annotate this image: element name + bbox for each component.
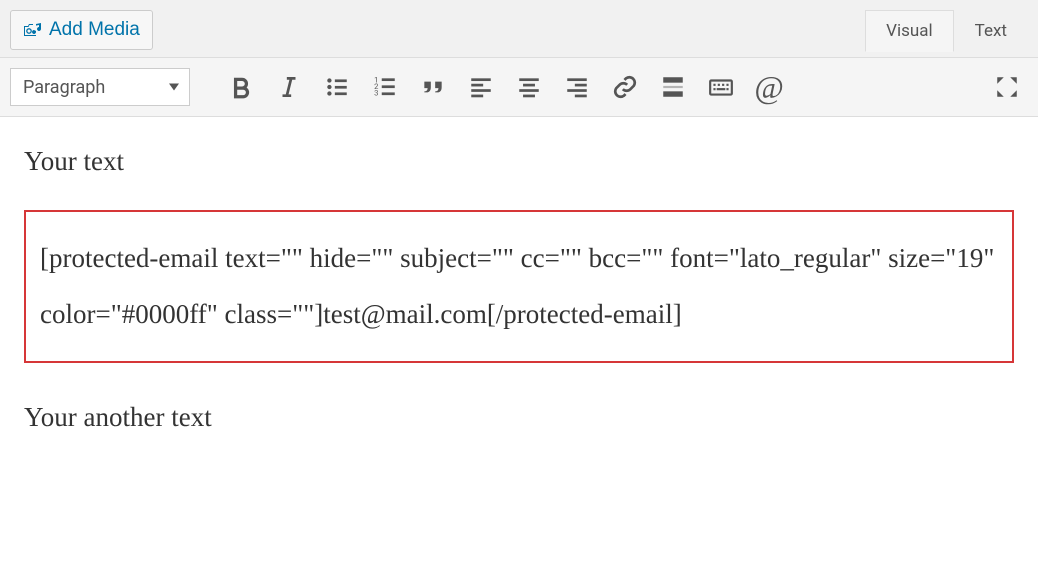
bold-button[interactable] (220, 68, 262, 106)
editor-tabs: Visual Text (865, 8, 1028, 51)
svg-text:3: 3 (374, 89, 378, 98)
numbered-list-icon: 123 (372, 74, 398, 100)
numbered-list-button[interactable]: 123 (364, 68, 406, 106)
link-icon (612, 74, 638, 100)
bold-icon (228, 74, 254, 100)
fullscreen-button[interactable] (986, 68, 1028, 106)
content-line-2: Your another text (24, 397, 1014, 438)
align-center-icon (516, 74, 542, 100)
align-right-icon (564, 74, 590, 100)
editor-toolbar: Paragraph 123 @ (0, 58, 1038, 117)
bullet-list-button[interactable] (316, 68, 358, 106)
blockquote-button[interactable] (412, 68, 454, 106)
italic-icon (276, 74, 302, 100)
link-button[interactable] (604, 68, 646, 106)
content-line-1: Your text (24, 141, 1014, 182)
tab-text[interactable]: Text (954, 10, 1028, 51)
read-more-button[interactable] (652, 68, 694, 106)
editor-top-bar: Add Media Visual Text (0, 0, 1038, 58)
align-left-button[interactable] (460, 68, 502, 106)
keyboard-button[interactable] (700, 68, 742, 106)
align-left-icon (468, 74, 494, 100)
add-media-label: Add Media (49, 19, 140, 41)
align-center-button[interactable] (508, 68, 550, 106)
editor-content-area[interactable]: Your text [protected-email text="" hide=… (0, 117, 1038, 489)
align-right-button[interactable] (556, 68, 598, 106)
add-media-button[interactable]: Add Media (10, 10, 153, 50)
camera-music-icon (23, 20, 43, 40)
read-more-icon (660, 74, 686, 100)
quote-icon (420, 74, 446, 100)
keyboard-icon (708, 74, 734, 100)
fullscreen-icon (994, 74, 1020, 100)
at-icon: @ (754, 69, 783, 106)
bullet-list-icon (324, 74, 350, 100)
shortcode-highlight: [protected-email text="" hide="" subject… (24, 210, 1014, 363)
format-dropdown[interactable]: Paragraph (10, 68, 190, 106)
tab-visual[interactable]: Visual (865, 10, 953, 52)
at-symbol-button[interactable]: @ (748, 68, 790, 106)
italic-button[interactable] (268, 68, 310, 106)
